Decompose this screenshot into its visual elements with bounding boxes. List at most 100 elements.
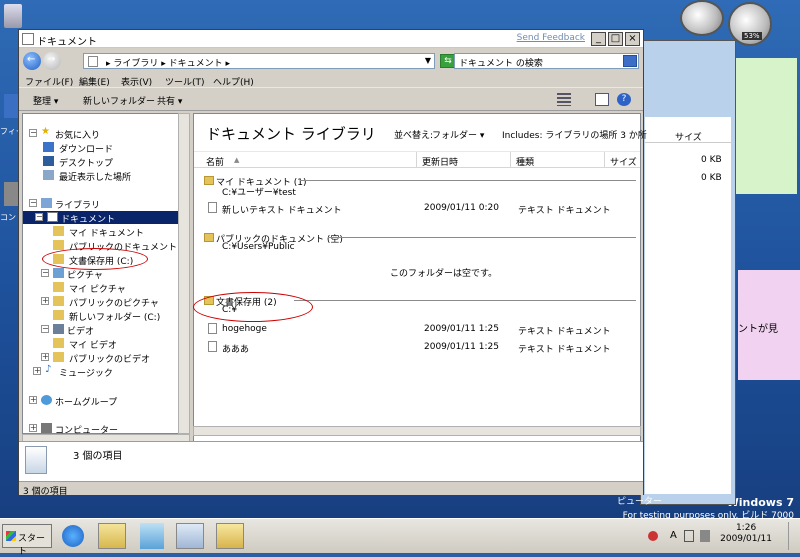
menu-tools[interactable]: ツール(T) [165, 75, 205, 88]
collapse-toggle[interactable]: − [41, 325, 49, 333]
library-title: ドキュメント ライブラリ [206, 125, 376, 143]
text-file-icon [208, 202, 217, 213]
text-file-icon [208, 341, 217, 352]
column-divider[interactable] [416, 152, 417, 168]
navigation-pane[interactable]: − ★ お気に入り ダウンロード デスクトップ 最近表示した場所 − ライブラリ… [22, 113, 179, 436]
folder-taskbar-icon[interactable] [216, 523, 244, 549]
nav-item-label: ビデオ [67, 327, 95, 337]
file-list-pane[interactable]: ドキュメント ライブラリ 並べ替え: フォルダー ▾ Includes: ライブ… [193, 113, 647, 446]
annotation-circle [193, 292, 313, 322]
search-icon[interactable] [623, 55, 637, 67]
network-icon[interactable] [684, 530, 694, 542]
internet-explorer-icon[interactable] [62, 525, 84, 547]
background-window-status: ピューター [617, 497, 663, 507]
help-icon[interactable]: ? [617, 93, 631, 106]
file-date: 2009/01/11 1:25 [424, 324, 499, 334]
column-divider[interactable] [604, 152, 605, 168]
start-button[interactable]: スタート [2, 524, 52, 557]
system-clock[interactable]: 1:26 2009/01/11 [720, 523, 772, 545]
back-button[interactable]: ← [23, 52, 41, 70]
cpu-meter-gadget[interactable] [680, 0, 724, 36]
nav-favorites[interactable]: − ★ お気に入り [29, 126, 169, 141]
column-header-type[interactable]: 種類 [516, 155, 534, 168]
collapse-toggle[interactable]: − [29, 129, 37, 137]
nav-public-pictures[interactable]: + パブリックのピクチャ [41, 295, 171, 309]
nav-item-label: 新しいフォルダー (C:) [69, 313, 161, 323]
share-button[interactable]: 共有 ▾ [157, 94, 182, 107]
sticky-note-green[interactable] [735, 58, 797, 194]
expand-toggle[interactable]: + [33, 367, 41, 375]
menu-edit[interactable]: 編集(E) [79, 75, 110, 88]
folder-icon [53, 338, 64, 348]
minimize-button[interactable]: _ [591, 32, 606, 46]
recycle-bin-icon[interactable] [4, 4, 22, 28]
column-header-size[interactable]: サイズ [610, 155, 637, 168]
window-app-icon [22, 33, 34, 45]
view-options-icon[interactable] [557, 93, 571, 106]
size-column-header: サイズ [675, 133, 702, 143]
sticky-note-pink[interactable]: ントが見 [738, 270, 800, 380]
window-app-taskbar-icon[interactable] [176, 523, 204, 549]
column-header-date[interactable]: 更新日時 [422, 155, 458, 168]
includes-locations-link[interactable]: Includes: ライブラリの場所 3 か所 [502, 128, 647, 141]
menu-file[interactable]: ファイル(F) [25, 75, 73, 88]
file-row[interactable]: あああ 2009/01/11 1:25 テキスト ドキュメント [208, 341, 628, 355]
expand-toggle[interactable]: + [29, 424, 37, 432]
input-language-indicator[interactable]: A [670, 530, 677, 541]
title-bar[interactable]: ドキュメント Send Feedback _ □ × [19, 30, 643, 48]
empty-folder-message: このフォルダーは空です。 [390, 269, 498, 279]
nav-videos[interactable]: − ビデオ [41, 323, 171, 337]
back-arrow-icon: ← [27, 54, 36, 65]
nav-homegroup[interactable]: + ホームグループ [29, 394, 169, 408]
collapse-toggle[interactable]: − [35, 213, 43, 221]
forward-button[interactable]: → [43, 52, 61, 70]
computer-icon [41, 423, 52, 433]
preview-pane-icon[interactable] [595, 93, 609, 106]
arrange-by-dropdown[interactable]: フォルダー ▾ [432, 128, 484, 141]
desktop-icon-label: コン [0, 213, 16, 222]
group-public-documents[interactable]: パブリックのドキュメント (空) C:¥Users¥Public [204, 232, 636, 254]
explorer-taskbar-icon[interactable] [98, 523, 126, 549]
expand-toggle[interactable]: + [29, 396, 37, 404]
file-row[interactable]: hogehoge 2009/01/11 1:25 テキスト ドキュメント [208, 323, 628, 337]
search-input[interactable]: ドキュメント の検索 [459, 56, 543, 69]
column-divider[interactable] [510, 152, 511, 168]
folder-icon [53, 352, 64, 362]
command-bar: 整理 ▾ 新しいフォルダー 共有 ▾ ? [19, 89, 643, 111]
media-app-icon[interactable] [140, 523, 164, 549]
folder-page-icon [88, 56, 98, 67]
collapse-toggle[interactable]: − [29, 199, 37, 207]
expand-toggle[interactable]: + [41, 353, 49, 361]
status-text: 3 個の項目 [23, 487, 68, 497]
file-row[interactable]: 新しいテキスト ドキュメント 2009/01/11 0:20 テキスト ドキュメ… [208, 202, 628, 216]
desktop-icon [43, 156, 54, 166]
maximize-button[interactable]: □ [608, 32, 623, 46]
column-header-name[interactable]: 名前 [206, 155, 224, 168]
group-path: C:¥ユーザー¥test [222, 188, 296, 198]
nav-public-videos[interactable]: + パブリックのビデオ [41, 351, 171, 365]
expand-toggle[interactable]: + [41, 297, 49, 305]
new-folder-button[interactable]: 新しいフォルダー [83, 94, 155, 107]
nav-documents[interactable]: − ドキュメント [23, 211, 178, 225]
group-divider [294, 300, 636, 301]
show-desktop-button[interactable] [788, 522, 798, 550]
volume-icon[interactable] [700, 530, 710, 542]
collapse-toggle[interactable]: − [41, 269, 49, 277]
navigation-bar: ← → ▸ ライブラリ ▸ ドキュメント ▸ ▼ ⇆ ドキュメント の検索 [19, 49, 643, 71]
column-headers: 名前 ▲ 更新日時 種類 サイズ [194, 151, 640, 168]
background-explorer-window[interactable]: サイズ 0 KB 0 KB ピューター [617, 40, 736, 507]
search-box[interactable]: ドキュメント の検索 [454, 53, 639, 69]
send-feedback-link[interactable]: Send Feedback [517, 33, 585, 43]
security-alert-icon[interactable] [648, 531, 658, 541]
organize-button[interactable]: 整理 ▾ [33, 94, 58, 107]
nav-music[interactable]: + ♪ ミュージック [33, 364, 163, 379]
menu-view[interactable]: 表示(V) [121, 75, 152, 88]
close-button[interactable]: × [625, 32, 640, 46]
nav-pane-scrollbar[interactable] [178, 113, 190, 434]
menu-help[interactable]: ヘルプ(H) [213, 75, 254, 88]
nav-libraries[interactable]: − ライブラリ [29, 197, 169, 211]
address-dropdown-icon[interactable]: ▼ [425, 56, 431, 65]
content-horizontal-scrollbar[interactable] [193, 426, 641, 436]
address-bar[interactable]: ▸ ライブラリ ▸ ドキュメント ▸ ▼ [83, 53, 435, 69]
group-my-documents[interactable]: マイ ドキュメント (1) C:¥ユーザー¥test [204, 175, 636, 198]
